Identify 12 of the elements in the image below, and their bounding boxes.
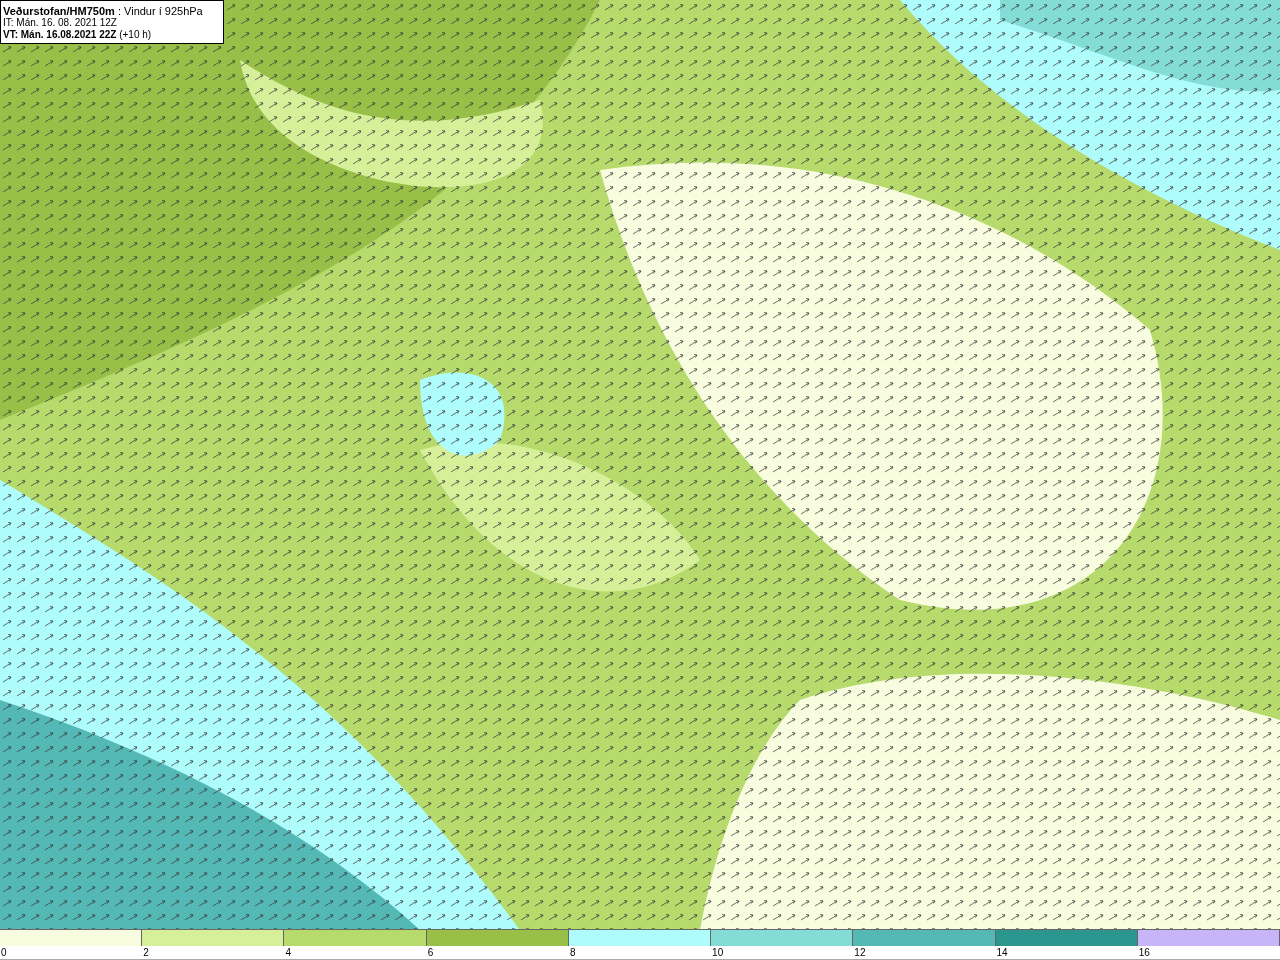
issue-time: IT: Mán. 16. 08. 2021 12Z bbox=[3, 17, 118, 29]
scale-label: 6 bbox=[426, 947, 434, 958]
scale-label: 0 bbox=[0, 947, 7, 958]
scale-label: 14 bbox=[995, 947, 1008, 958]
scale-label: 12 bbox=[853, 947, 866, 958]
scale-label: 8 bbox=[568, 947, 576, 958]
scale-label: 4 bbox=[284, 947, 291, 958]
scale-label: 10 bbox=[711, 947, 724, 958]
scale-label: 16 bbox=[1137, 947, 1150, 958]
scale-label: 2 bbox=[142, 947, 149, 958]
valid-time: VT: Mán. 16.08.2021 22Z (+10 h) bbox=[3, 29, 153, 41]
map-title: Veðurstofan/HM750m : Vindur í 925hPa bbox=[3, 5, 204, 17]
